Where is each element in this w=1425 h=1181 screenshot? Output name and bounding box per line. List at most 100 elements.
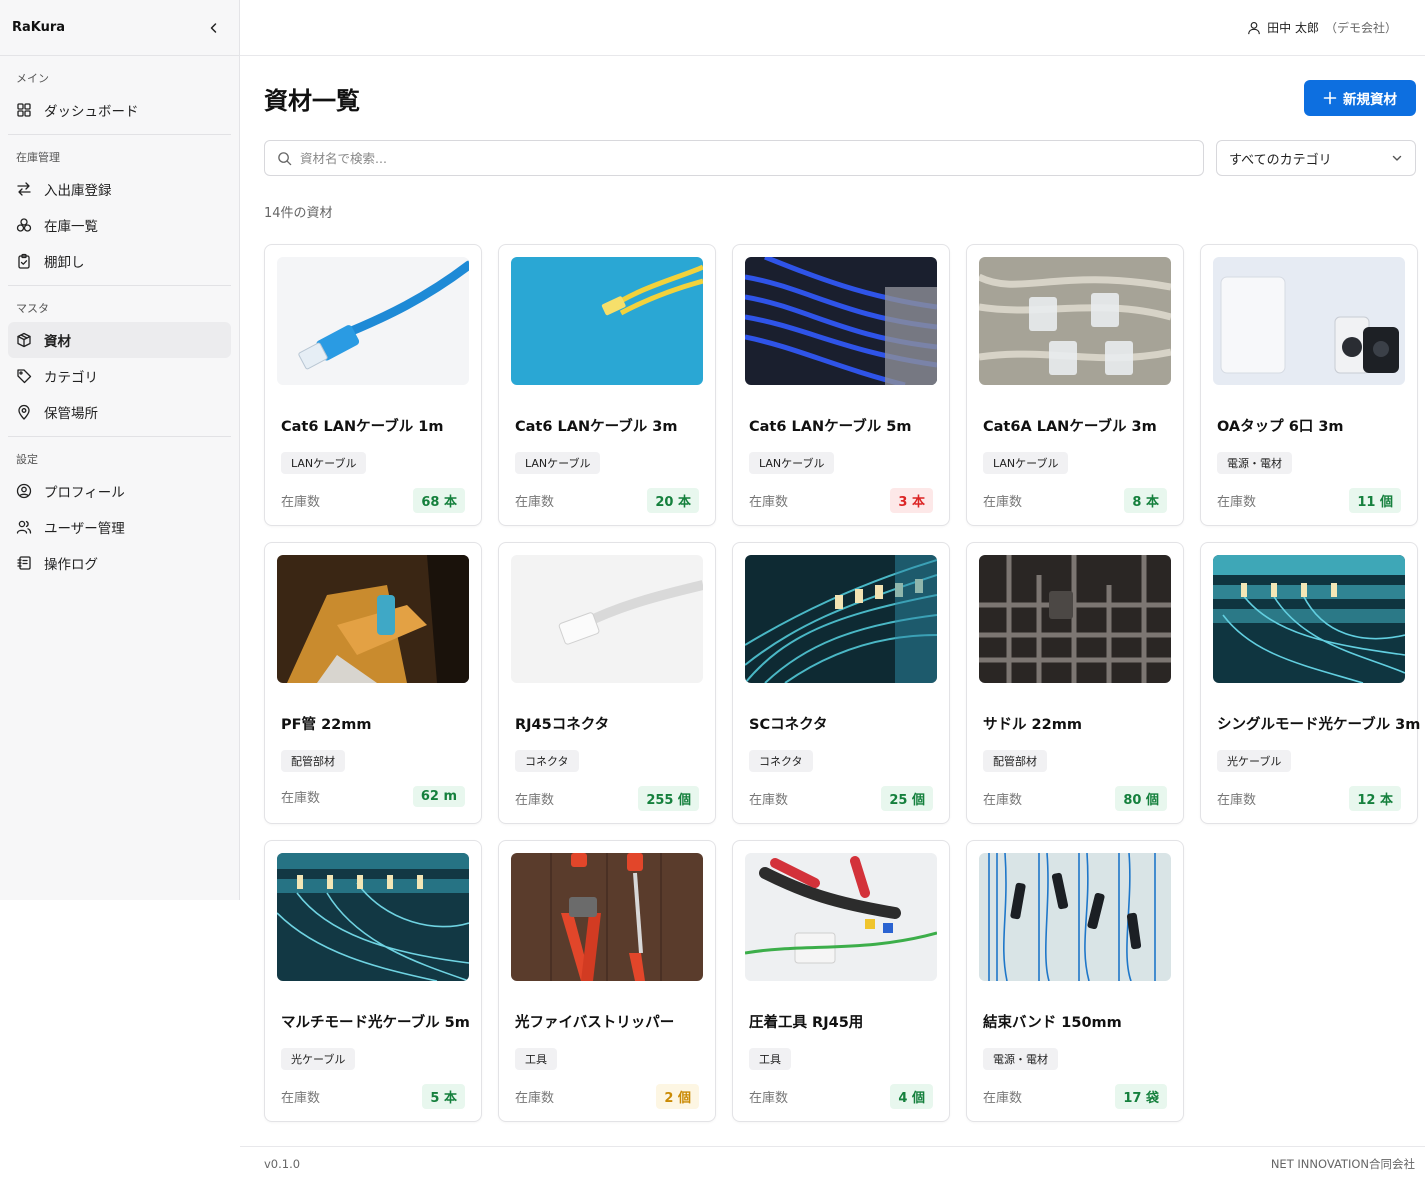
material-photo-fiber-panel-2: [277, 853, 469, 981]
stock-badge: 11 個: [1349, 488, 1401, 513]
material-image: [511, 555, 703, 683]
category-badge: 光ケーブル: [1217, 750, 1292, 772]
stock-label: 在庫数: [281, 791, 321, 806]
stock-badge: 4 個: [890, 1084, 933, 1109]
material-image: [979, 257, 1171, 385]
material-photo-fiber-cyan: [745, 555, 937, 683]
stock-badge: 17 袋: [1115, 1084, 1167, 1109]
stock-row: 在庫数 80 個: [979, 786, 1171, 811]
material-name: Cat6 LANケーブル 5m: [749, 419, 912, 435]
material-image: [277, 853, 469, 981]
material-photo-crimp-tool: [745, 853, 937, 981]
sidebar-item[interactable]: 在庫一覧: [8, 207, 231, 243]
material-image: [745, 257, 937, 385]
sidebar-item[interactable]: ダッシュボード: [8, 92, 231, 128]
sidebar-item[interactable]: カテゴリ: [8, 358, 231, 394]
sidebar-item-label: 保管場所: [44, 406, 98, 422]
stock-row: 在庫数 11 個: [1213, 488, 1405, 513]
sidebar-item[interactable]: プロフィール: [8, 473, 231, 509]
nav-section-title: 在庫管理: [16, 151, 60, 164]
material-card[interactable]: Cat6A LANケーブル 3m LANケーブル 在庫数 8 本: [966, 244, 1184, 526]
arrows-icon: [17, 182, 31, 196]
material-card[interactable]: Cat6 LANケーブル 3m LANケーブル 在庫数 20 本: [498, 244, 716, 526]
collapse-sidebar-button[interactable]: [203, 17, 225, 39]
new-material-button[interactable]: 新規資材: [1304, 80, 1416, 116]
category-badge: 光ケーブル: [281, 1048, 356, 1070]
sidebar-item[interactable]: 保管場所: [8, 394, 231, 430]
category-badge: 工具: [515, 1048, 557, 1070]
page-header: 資材一覧 新規資材: [264, 80, 1416, 116]
category-badge: LANケーブル: [515, 452, 601, 474]
user-company: （デモ会社）: [1324, 21, 1397, 35]
chevron-left-icon: [210, 22, 217, 33]
search-box: [264, 140, 1204, 176]
category-badge: コネクタ: [515, 750, 579, 772]
stock-badge: 8 本: [1124, 488, 1167, 513]
material-name: 結束バンド 150mm: [983, 1015, 1122, 1031]
material-name: PF管 22mm: [281, 717, 372, 733]
stock-label: 在庫数: [515, 1091, 555, 1106]
material-card[interactable]: OAタップ 6口 3m 電源・電材 在庫数 11 個: [1200, 244, 1418, 526]
material-card[interactable]: シングルモード光ケーブル 3m 光ケーブル 在庫数 12 本: [1200, 542, 1420, 824]
sidebar-item[interactable]: 入出庫登録: [8, 171, 231, 207]
tag-icon: [17, 369, 32, 384]
stock-badge: 68 本: [413, 488, 465, 513]
material-name: RJ45コネクタ: [515, 717, 610, 733]
material-photo-patch-panel-blue: [745, 257, 937, 385]
stock-badge: 20 本: [647, 488, 699, 513]
stock-badge: 2 個: [656, 1084, 699, 1109]
users-icon: [16, 520, 32, 534]
stock-badge: 62 m: [412, 786, 465, 807]
material-image: [979, 853, 1171, 981]
material-card[interactable]: Cat6 LANケーブル 1m LANケーブル 在庫数 68 本: [264, 244, 482, 526]
material-card[interactable]: サドル 22mm 配管部材 在庫数 80 個: [966, 542, 1184, 824]
sidebar-item[interactable]: 資材: [8, 322, 231, 358]
new-material-label: 新規資材: [1343, 92, 1397, 108]
app-name: RaKura: [12, 20, 66, 35]
sidebar-item[interactable]: ユーザー管理: [8, 509, 231, 545]
category-badge: LANケーブル: [749, 452, 835, 474]
sidebar: RaKura メイン ダッシュボード 在庫管理 入出庫登録 在庫一覧 棚卸し マスタ 資材 カテ…: [0, 0, 240, 900]
sidebar-brand: RaKura: [0, 0, 239, 56]
sidebar-item[interactable]: 操作ログ: [8, 545, 231, 581]
stock-badge: 3 本: [890, 488, 933, 513]
material-photo-gloved-hand: [277, 555, 469, 683]
category-badge: 電源・電材: [1217, 452, 1292, 474]
stock-row: 在庫数 255 個: [511, 786, 703, 811]
material-card[interactable]: マルチモード光ケーブル 5m 光ケーブル 在庫数 5 本: [264, 840, 482, 1122]
sidebar-item[interactable]: 棚卸し: [8, 243, 231, 279]
material-name: マルチモード光ケーブル 5m: [281, 1015, 470, 1031]
stock-badge: 80 個: [1115, 786, 1167, 811]
user-menu[interactable]: 田中 太郎 （デモ会社）: [1247, 19, 1397, 36]
material-card[interactable]: 光ファイバストリッパー 工具 在庫数 2 個: [498, 840, 716, 1122]
material-card[interactable]: PF管 22mm 配管部材 在庫数 62 m: [264, 542, 482, 824]
chevron-down-icon: [1392, 155, 1402, 161]
material-card[interactable]: Cat6 LANケーブル 5m LANケーブル 在庫数 3 本: [732, 244, 950, 526]
category-badge: 工具: [749, 1048, 791, 1070]
sidebar-item-label: 棚卸し: [44, 255, 85, 271]
stock-row: 在庫数 20 本: [511, 488, 703, 513]
nav-section: マスタ 資材 カテゴリ 保管場所: [0, 286, 239, 430]
material-card[interactable]: SCコネクタ コネクタ 在庫数 25 個: [732, 542, 950, 824]
user-icon: [1248, 21, 1260, 34]
category-badge: 電源・電材: [983, 1048, 1058, 1070]
material-photo-fiber-panel: [1213, 555, 1405, 683]
stock-row: 在庫数 68 本: [277, 488, 469, 513]
search-input[interactable]: [300, 150, 1191, 166]
material-photo-rj-connectors-grey: [979, 257, 1171, 385]
nav-section: 在庫管理入出庫登録 在庫一覧棚卸し: [0, 135, 239, 279]
stock-row: 在庫数 62 m: [277, 786, 469, 807]
stock-label: 在庫数: [515, 793, 555, 808]
sidebar-nav: メイン ダッシュボード 在庫管理 入出庫登録 在庫一覧 棚卸し マスタ 資材 カテゴリ 保管場所設…: [0, 56, 239, 581]
app-version: v0.1.0: [264, 1157, 301, 1171]
category-filter-select[interactable]: すべてのカテゴリ: [1216, 140, 1416, 176]
material-card[interactable]: 圧着工具 RJ45用 工具 在庫数 4 個: [732, 840, 950, 1122]
stock-label: 在庫数: [983, 1091, 1023, 1106]
material-card[interactable]: 結束バンド 150mm 電源・電材在庫数 17 袋: [966, 840, 1184, 1122]
clipboard-check-icon: [18, 253, 30, 269]
category-badge: コネクタ: [749, 750, 813, 772]
stock-row: 在庫数 2 個: [511, 1084, 703, 1109]
material-card[interactable]: RJ45コネクタコネクタ在庫数 255 個: [498, 542, 716, 824]
stock-badge: 12 本: [1349, 786, 1401, 811]
material-image: [1213, 555, 1405, 683]
